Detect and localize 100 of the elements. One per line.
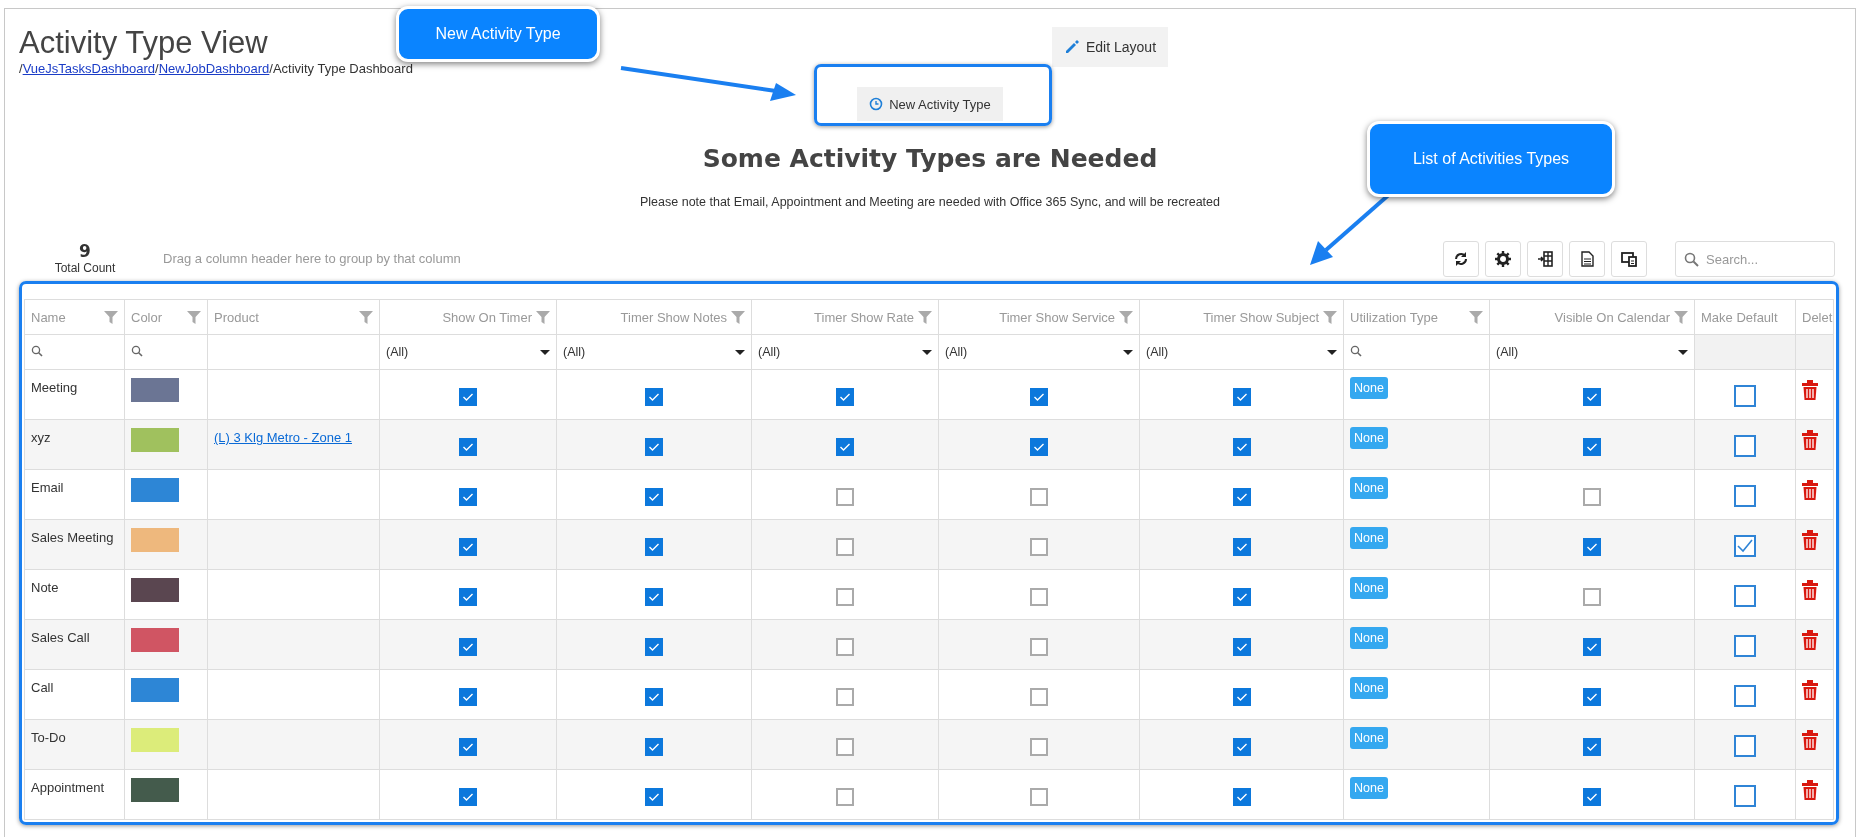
checkbox[interactable]	[1232, 737, 1251, 756]
checkbox[interactable]	[459, 787, 477, 806]
trash-icon[interactable]	[1802, 630, 1818, 650]
checkbox[interactable]	[836, 437, 854, 456]
checkbox[interactable]	[1583, 537, 1601, 556]
checkbox[interactable]	[459, 537, 477, 556]
checkbox[interactable]	[1232, 437, 1251, 456]
checkbox[interactable]	[1583, 637, 1601, 656]
trash-icon[interactable]	[1802, 780, 1818, 800]
checkbox[interactable]	[836, 387, 854, 406]
checkbox[interactable]	[1583, 487, 1601, 506]
checkbox[interactable]	[1734, 384, 1756, 407]
checkbox[interactable]	[836, 487, 854, 506]
checkbox[interactable]	[1030, 787, 1048, 806]
checkbox[interactable]	[836, 537, 854, 556]
checkbox[interactable]	[1734, 784, 1756, 807]
checkbox[interactable]	[645, 437, 663, 456]
checkbox[interactable]	[1734, 534, 1756, 557]
edit-layout-button[interactable]: Edit Layout	[1052, 27, 1169, 67]
filter-icon[interactable]	[918, 310, 932, 324]
checkbox[interactable]	[645, 687, 663, 706]
trash-icon[interactable]	[1802, 580, 1818, 600]
checkbox[interactable]	[459, 687, 477, 706]
filter-icon[interactable]	[359, 310, 373, 324]
checkbox[interactable]	[1583, 787, 1601, 806]
checkbox[interactable]	[1232, 687, 1251, 706]
checkbox[interactable]	[1030, 737, 1048, 756]
column-header[interactable]: Timer Show Notes	[556, 299, 752, 335]
checkbox[interactable]	[1734, 684, 1756, 707]
checkbox[interactable]	[1030, 587, 1048, 606]
checkbox[interactable]	[1734, 734, 1756, 757]
checkbox[interactable]	[645, 537, 663, 556]
checkbox[interactable]	[1232, 537, 1251, 556]
checkbox[interactable]	[1734, 584, 1756, 607]
checkbox[interactable]	[459, 737, 477, 756]
checkbox[interactable]	[1583, 587, 1601, 606]
filter-cell[interactable]	[207, 334, 380, 370]
checkbox[interactable]	[1232, 387, 1251, 406]
checkbox[interactable]	[836, 587, 854, 606]
checkbox[interactable]	[459, 487, 477, 506]
column-chooser-button[interactable]	[1527, 241, 1563, 277]
checkbox[interactable]	[459, 437, 477, 456]
checkbox[interactable]	[459, 387, 477, 406]
checkbox[interactable]	[1734, 484, 1756, 507]
column-header[interactable]: Delet	[1795, 299, 1834, 335]
checkbox[interactable]	[645, 637, 663, 656]
checkbox[interactable]	[645, 587, 663, 606]
filter-icon[interactable]	[536, 310, 550, 324]
filter-icon[interactable]	[1469, 310, 1483, 324]
checkbox[interactable]	[1583, 687, 1601, 706]
column-header[interactable]: Visible On Calendar	[1489, 299, 1695, 335]
filter-icon[interactable]	[731, 310, 745, 324]
checkbox[interactable]	[1734, 634, 1756, 657]
column-header[interactable]: Name	[24, 299, 125, 335]
column-header[interactable]: Timer Show Subject	[1139, 299, 1344, 335]
breadcrumb-link[interactable]: VueJsTasksDashboard	[22, 61, 156, 76]
filter-cell[interactable]	[124, 334, 208, 370]
checkbox[interactable]	[1030, 487, 1048, 506]
filter-icon[interactable]	[104, 310, 118, 324]
checkbox[interactable]	[459, 587, 477, 606]
new-activity-type-button[interactable]: New Activity Type	[857, 87, 1003, 121]
filter-icon[interactable]	[1119, 310, 1133, 324]
checkbox[interactable]	[1030, 687, 1048, 706]
checkbox[interactable]	[1030, 387, 1048, 406]
filter-icon[interactable]	[1323, 310, 1337, 324]
breadcrumb-link[interactable]: NewJobDashboard	[158, 61, 270, 76]
checkbox[interactable]	[1030, 437, 1048, 456]
checkbox[interactable]	[836, 737, 854, 756]
checkbox[interactable]	[1583, 387, 1601, 406]
checkbox[interactable]	[836, 687, 854, 706]
filter-cell[interactable]	[1343, 334, 1490, 370]
checkbox[interactable]	[836, 637, 854, 656]
trash-icon[interactable]	[1802, 430, 1818, 450]
adaptive-view-button[interactable]	[1611, 241, 1647, 277]
trash-icon[interactable]	[1802, 730, 1818, 750]
export-button[interactable]	[1569, 241, 1605, 277]
filter-icon[interactable]	[1674, 310, 1688, 324]
column-header[interactable]: Product	[207, 299, 380, 335]
checkbox[interactable]	[1232, 487, 1251, 506]
trash-icon[interactable]	[1802, 530, 1818, 550]
checkbox[interactable]	[645, 487, 663, 506]
checkbox[interactable]	[1232, 587, 1251, 606]
checkbox[interactable]	[645, 787, 663, 806]
settings-button[interactable]	[1485, 241, 1521, 277]
checkbox[interactable]	[836, 787, 854, 806]
filter-cell[interactable]	[24, 334, 125, 370]
checkbox[interactable]	[1232, 787, 1251, 806]
checkbox[interactable]	[645, 737, 663, 756]
checkbox[interactable]	[645, 387, 663, 406]
checkbox[interactable]	[1030, 537, 1048, 556]
checkbox[interactable]	[1232, 637, 1251, 656]
checkbox[interactable]	[1734, 434, 1756, 457]
column-header[interactable]: Timer Show Rate	[751, 299, 939, 335]
column-header[interactable]: Utilization Type	[1343, 299, 1490, 335]
refresh-button[interactable]	[1443, 241, 1479, 277]
search-field[interactable]: Search...	[1675, 241, 1835, 277]
checkbox[interactable]	[1583, 437, 1601, 456]
trash-icon[interactable]	[1802, 480, 1818, 500]
column-header[interactable]: Make Default	[1694, 299, 1796, 335]
checkbox[interactable]	[1583, 737, 1601, 756]
